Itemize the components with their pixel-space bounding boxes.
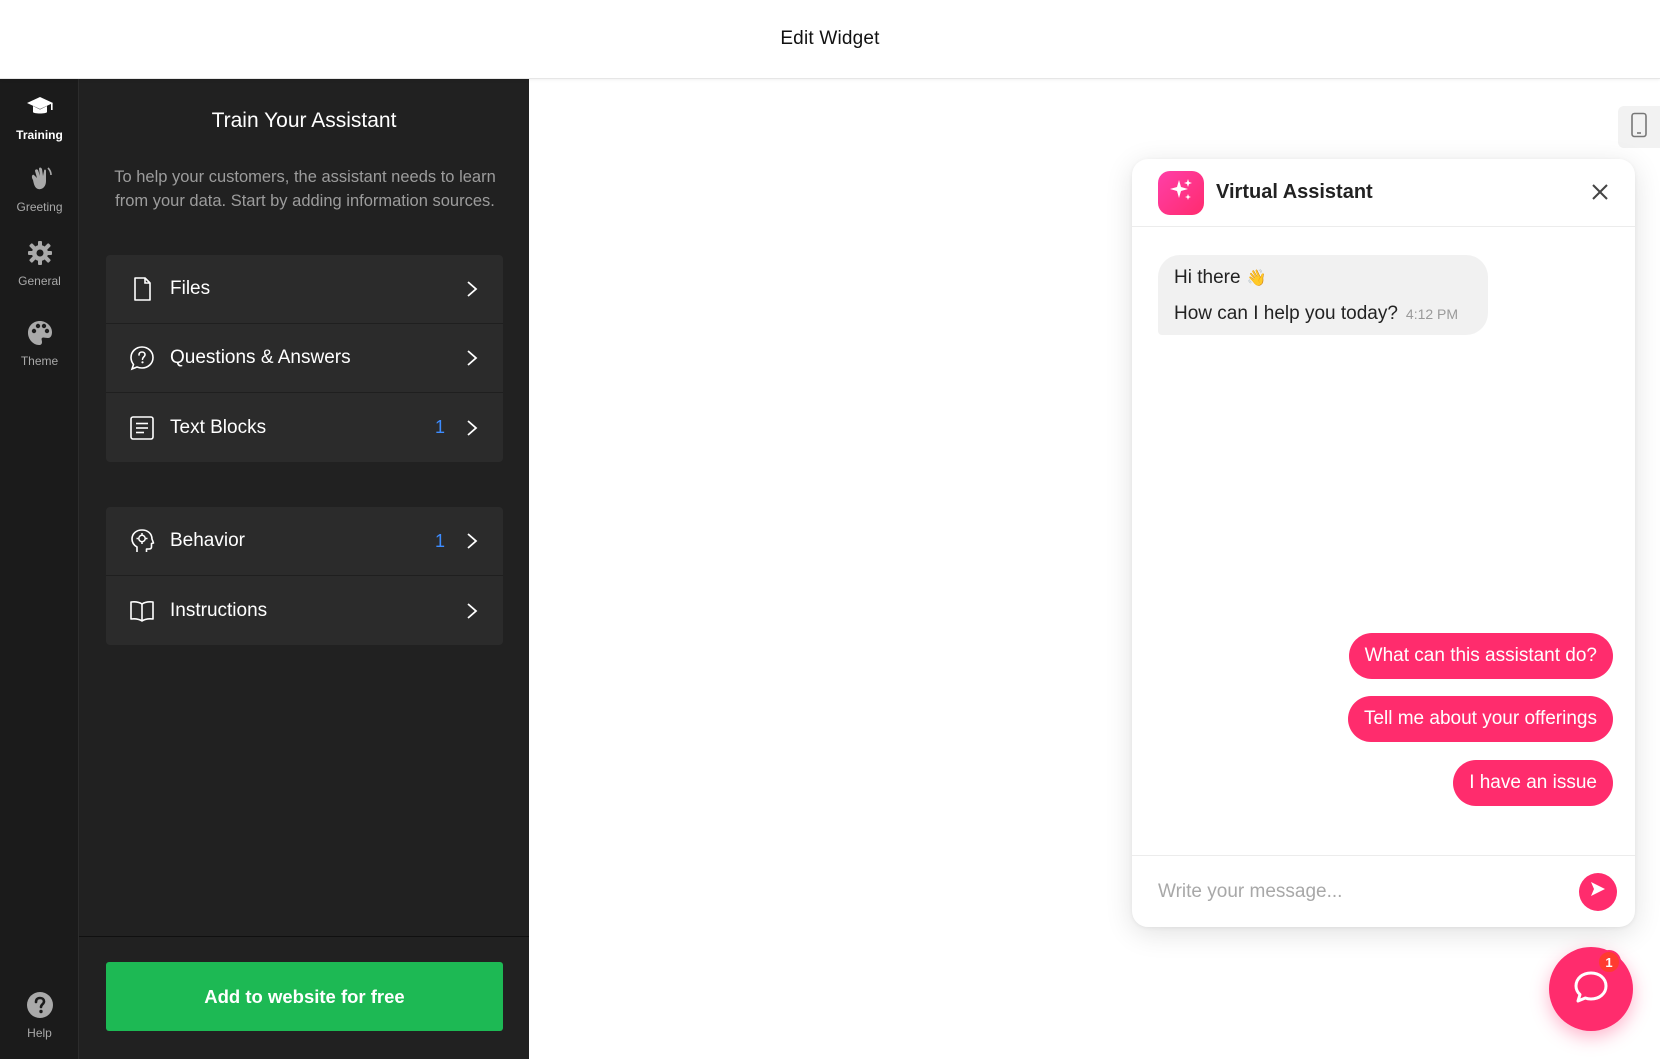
page-title: Edit Widget (780, 28, 880, 49)
chevron-right-icon (463, 532, 481, 550)
quick-reply-offerings[interactable]: Tell me about your offerings (1347, 696, 1613, 742)
message-composer (1132, 855, 1635, 927)
panel-description: To help your customers, the assistant ne… (114, 168, 496, 210)
send-arrow-icon (1589, 880, 1607, 903)
greeting-line-2: How can I help you today? 4:12 PM (1174, 303, 1472, 325)
greeting-line-1: Hi there 👋 (1174, 267, 1472, 289)
source-label: Text Blocks (170, 416, 267, 438)
source-label: Files (170, 278, 211, 299)
graduation-cap-icon (25, 92, 55, 122)
assistant-name: Virtual Assistant (1216, 181, 1373, 203)
gear-icon (25, 238, 55, 268)
rail-item-help[interactable]: Help (0, 979, 79, 1051)
rail-item-training[interactable]: Training (0, 81, 79, 153)
mobile-preview-toggle[interactable] (1618, 106, 1660, 148)
rail-item-label: Training (16, 128, 63, 142)
message-timestamp: 4:12 PM (1405, 306, 1459, 322)
training-panel: Train Your Assistant To help your custom… (79, 79, 529, 1059)
head-gear-icon (128, 527, 156, 555)
setting-label: Behavior (170, 530, 245, 551)
panel-divider (79, 936, 529, 937)
send-button[interactable] (1579, 872, 1617, 911)
chat-header: Virtual Assistant (1132, 159, 1635, 227)
rail-item-label: Help (27, 1026, 52, 1040)
rail-item-greeting[interactable]: Greeting (0, 153, 79, 225)
icon-rail: Training Greeting General Theme Help (0, 79, 79, 1059)
greeting-message-bubble: Hi there 👋 How can I help you today? 4:12… (1158, 255, 1488, 335)
file-icon (128, 275, 156, 303)
waving-hand-emoji: 👋 (1246, 270, 1267, 287)
rail-item-label: Greeting (16, 200, 63, 214)
assistant-avatar (1158, 170, 1204, 215)
panel-title: Train Your Assistant (211, 109, 397, 132)
rail-item-label: General (18, 274, 61, 288)
close-icon[interactable] (1587, 179, 1613, 205)
mobile-phone-icon (1629, 112, 1649, 143)
unread-badge: 1 (1597, 950, 1621, 974)
chevron-right-icon (463, 419, 481, 437)
chat-widget: Virtual Assistant Hi there 👋 How can I h… (1132, 159, 1635, 927)
setting-label: Instructions (170, 599, 268, 621)
rail-item-general[interactable]: General (0, 227, 79, 299)
source-row-questions-answers[interactable]: Questions & Answers (106, 324, 503, 393)
quick-reply-what-can-it-do[interactable]: What can this assistant do? (1348, 633, 1613, 679)
book-icon (128, 597, 156, 625)
top-bar: Edit Widget (0, 0, 1660, 79)
information-sources-group: Files Questions & Answers Text Blocks 1 (106, 255, 503, 462)
question-bubble-icon (128, 344, 156, 372)
waving-hand-icon (25, 164, 55, 194)
widget-preview-area: Virtual Assistant Hi there 👋 How can I h… (529, 79, 1660, 1059)
text-block-icon (128, 414, 156, 442)
quick-reply-issue[interactable]: I have an issue (1453, 760, 1613, 806)
chevron-right-icon (463, 280, 481, 298)
source-row-files[interactable]: Files (106, 255, 503, 324)
setting-row-instructions[interactable]: Instructions (106, 576, 503, 645)
help-icon (25, 990, 55, 1020)
rail-item-theme[interactable]: Theme (0, 307, 79, 379)
assistant-settings-group: Behavior 1 Instructions (106, 507, 503, 645)
source-row-text-blocks[interactable]: Text Blocks 1 (106, 393, 503, 462)
message-input[interactable] (1158, 880, 1579, 903)
palette-icon (25, 318, 55, 348)
chevron-right-icon (463, 349, 481, 367)
chevron-right-icon (463, 602, 481, 620)
sparkles-icon (1167, 176, 1195, 209)
source-label: Questions & Answers (170, 347, 351, 368)
setting-count: 1 (434, 530, 445, 551)
source-count: 1 (434, 417, 445, 437)
setting-row-behavior[interactable]: Behavior 1 (106, 507, 503, 576)
rail-item-label: Theme (20, 354, 59, 368)
greeting-text: Hi there (1174, 267, 1241, 288)
greeting-question: How can I help you today? (1174, 303, 1398, 324)
add-to-website-button[interactable]: Add to website for free (106, 962, 503, 1031)
